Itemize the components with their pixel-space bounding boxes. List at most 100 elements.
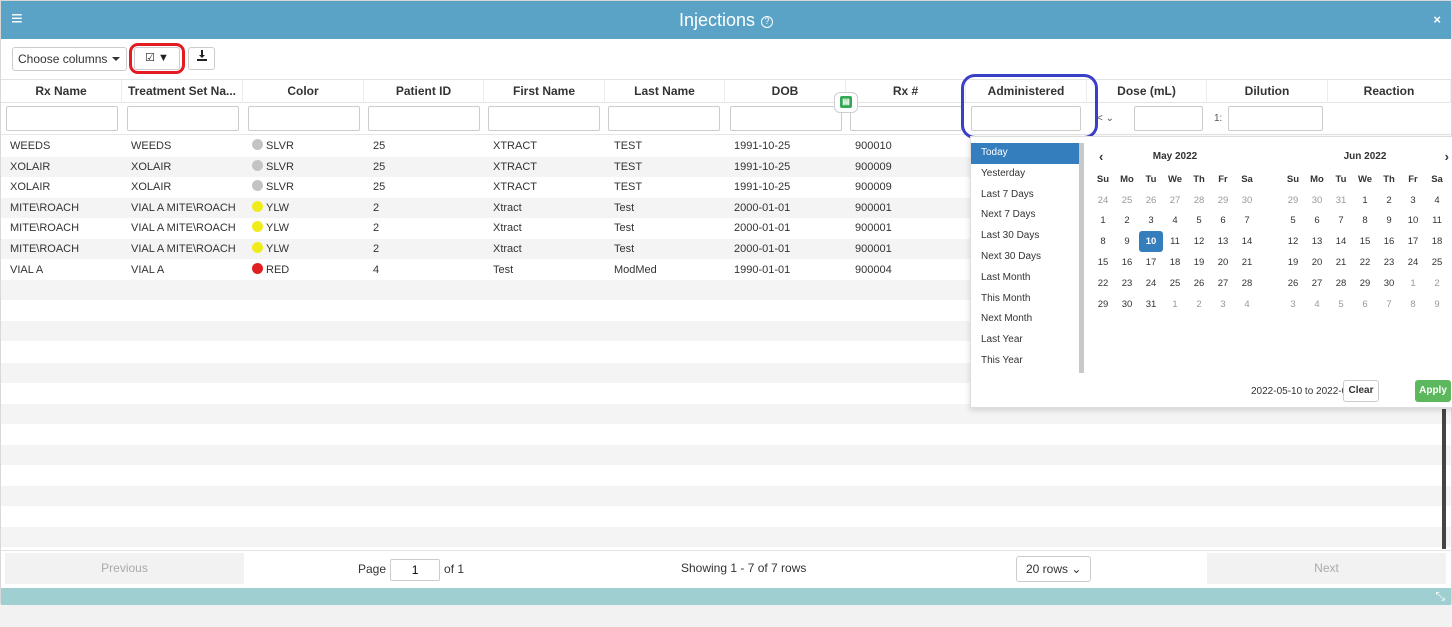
table-row[interactable] [1,527,1451,549]
calendar-day[interactable]: 26 [1139,190,1163,211]
clear-button[interactable]: Clear [1343,380,1379,402]
calendar-day[interactable]: 28 [1235,273,1259,294]
calendar-day[interactable]: 14 [1235,231,1259,252]
calendar-day[interactable]: 2 [1115,211,1139,232]
calendar-day[interactable]: 15 [1353,231,1377,252]
table-row[interactable] [1,466,1451,487]
calendar-day[interactable]: 18 [1425,231,1449,252]
calendar-day[interactable]: 28 [1329,273,1353,294]
calendar-day[interactable]: 9 [1425,294,1449,315]
vertical-scrollbar[interactable] [1442,409,1446,549]
calendar-day[interactable]: 22 [1353,252,1377,273]
dose-operator-select[interactable]: < ⌄ [1097,106,1131,131]
calendar-day[interactable]: 8 [1353,211,1377,232]
column-filter-input[interactable] [608,106,720,131]
range-option[interactable]: Next Month [971,309,1084,330]
download-button[interactable] [188,47,215,70]
calendar-day[interactable]: 5 [1281,211,1305,232]
column-filter-input[interactable] [368,106,480,131]
calendar-day[interactable]: 11 [1425,211,1449,232]
calendar-day[interactable]: 19 [1281,252,1305,273]
calendar-day[interactable]: 27 [1211,273,1235,294]
calendar-day[interactable]: 30 [1377,273,1401,294]
calendar-day[interactable]: 31 [1329,190,1353,211]
calendar-day[interactable]: 25 [1115,190,1139,211]
chevron-right-icon[interactable]: › [1445,145,1449,169]
calendar-day[interactable]: 7 [1235,211,1259,232]
table-row[interactable] [1,507,1451,528]
calendar-day[interactable]: 3 [1401,190,1425,211]
calendar-day[interactable]: 31 [1139,294,1163,315]
calendar-day[interactable]: 17 [1401,231,1425,252]
calendar-day[interactable]: 2 [1187,294,1211,315]
calendar-day[interactable]: 24 [1139,273,1163,294]
question-icon[interactable]: ? [761,16,774,28]
range-option[interactable]: Yesterday [971,164,1084,185]
calendar-day[interactable]: 6 [1353,294,1377,315]
calendar-day[interactable]: 3 [1139,211,1163,232]
calendar-day[interactable]: 12 [1187,231,1211,252]
column-header[interactable]: Rx Name [1,80,122,104]
range-option[interactable]: Last 7 Days [971,185,1084,206]
calendar-day[interactable]: 10 [1139,231,1163,253]
column-filter-input[interactable] [6,106,118,131]
calendar-day[interactable]: 28 [1187,190,1211,211]
close-icon[interactable]: × [1433,12,1441,27]
column-filter-input[interactable] [1134,106,1203,131]
chevron-left-icon[interactable]: ‹ [1099,145,1103,169]
calendar-day[interactable]: 30 [1235,190,1259,211]
column-header[interactable]: Treatment Set Na... [122,80,243,104]
calendar-day[interactable]: 23 [1377,252,1401,273]
calendar-day[interactable]: 14 [1329,231,1353,252]
calendar-day[interactable]: 29 [1091,294,1115,315]
ranges-scrollbar[interactable] [1079,143,1084,373]
calendar-day[interactable]: 5 [1187,211,1211,232]
calendar-day[interactable]: 24 [1091,190,1115,211]
calendar-day[interactable]: 23 [1115,273,1139,294]
column-header[interactable]: Dose (mL) [1087,80,1207,104]
calendar-day[interactable]: 21 [1235,252,1259,273]
calendar-day[interactable]: 30 [1115,294,1139,315]
column-filter-input[interactable] [488,106,600,131]
column-header[interactable]: Patient ID [364,80,484,104]
range-option[interactable]: Last Month [971,268,1084,289]
calendar-day[interactable]: 4 [1425,190,1449,211]
extension-badge[interactable]: ▤ [834,92,858,113]
choose-columns-dropdown[interactable]: Choose columns [12,47,127,71]
calendar-day[interactable]: 26 [1187,273,1211,294]
calendar-day[interactable]: 10 [1401,211,1425,232]
range-option[interactable]: This Month [971,289,1084,310]
column-header[interactable]: Rx # [846,80,966,104]
calendar-day[interactable]: 4 [1163,211,1187,232]
calendar-day[interactable]: 25 [1425,252,1449,273]
calendar-day[interactable]: 2 [1377,190,1401,211]
calendar-day[interactable]: 3 [1281,294,1305,315]
calendar-day[interactable]: 9 [1377,211,1401,232]
column-header[interactable]: Reaction [1328,80,1451,104]
column-header[interactable]: First Name [484,80,605,104]
column-header[interactable]: Color [243,80,364,104]
calendar-day[interactable]: 6 [1305,211,1329,232]
column-header[interactable]: Dilution [1207,80,1328,104]
rows-per-page-select[interactable]: 20 rows ⌄ [1016,556,1091,582]
apply-button[interactable]: Apply [1415,380,1451,402]
range-option[interactable]: Last 30 Days [971,226,1084,247]
column-filter-input[interactable] [248,106,360,131]
calendar-day[interactable]: 1 [1163,294,1187,315]
column-filter-input[interactable] [127,106,239,131]
range-option[interactable]: Last Year [971,330,1084,351]
calendar-day[interactable]: 18 [1163,252,1187,273]
resize-icon[interactable]: ⤡ [1435,589,1445,604]
calendar-day[interactable]: 22 [1091,273,1115,294]
calendar-day[interactable]: 4 [1305,294,1329,315]
calendar-day[interactable]: 27 [1163,190,1187,211]
calendar-day[interactable]: 8 [1091,231,1115,252]
calendar-day[interactable]: 27 [1305,273,1329,294]
column-filter-input[interactable] [730,106,842,131]
calendar-day[interactable]: 1 [1401,273,1425,294]
filter-toggle-button[interactable]: ☑ ▼ [134,47,180,70]
calendar-day[interactable]: 1 [1353,190,1377,211]
calendar-day[interactable]: 9 [1115,231,1139,252]
calendar-day[interactable]: 6 [1211,211,1235,232]
calendar-day[interactable]: 16 [1115,252,1139,273]
